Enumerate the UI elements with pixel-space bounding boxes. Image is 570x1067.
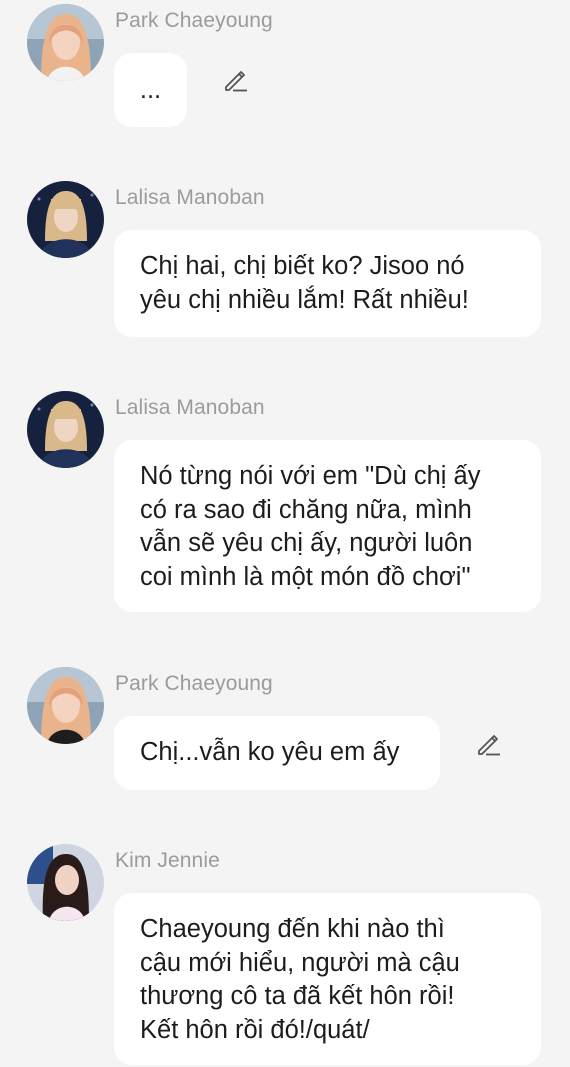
message-text: có ra sao đi chăng nữa, mình [140, 495, 472, 524]
pencil-icon[interactable] [221, 66, 249, 94]
chaeyoung-avatar[interactable] [27, 667, 104, 744]
message-text: vẫn sẽ yêu chị ấy, người luôn [140, 529, 473, 557]
message-text: ... [139, 76, 162, 104]
sender-name: Park Chaeyoung [115, 672, 273, 695]
sender-name: Kim Jennie [115, 849, 220, 872]
sender-name: Park Chaeyoung [115, 9, 273, 32]
message-text: Nó từng nói với em "Dù chị ấy [140, 462, 481, 490]
message-bubble[interactable]: Nó từng nói với em "Dù chị ấy có ra sao … [114, 440, 541, 612]
message-text: coi mình là một món đồ chơi" [140, 562, 471, 591]
message-text: Chaeyoung đến khi nào thì [140, 915, 445, 943]
jennie-avatar[interactable] [27, 844, 104, 921]
message-bubble[interactable]: Chaeyoung đến khi nào thì cậu mới hiểu, … [114, 893, 541, 1065]
message-text: Chị hai, chị biết ko? Jisoo nó [140, 252, 465, 280]
sender-name: Lalisa Manoban [115, 396, 265, 419]
pencil-icon[interactable] [474, 730, 502, 758]
message-bubble[interactable]: Chị...vẫn ko yêu em ấy [114, 716, 440, 790]
sender-name: Lalisa Manoban [115, 186, 265, 209]
message-bubble[interactable]: Chị hai, chị biết ko? Jisoo nó yêu chị n… [114, 230, 541, 337]
message-text: Kết hôn rồi đó!/quát/ [140, 1015, 370, 1044]
message-bubble[interactable]: ... [114, 53, 187, 127]
message-text: cậu mới hiểu, người mà cậu [140, 948, 460, 977]
message-text: thương cô ta đã kết hôn rồi! [140, 982, 455, 1010]
lalisa-avatar[interactable] [27, 391, 104, 468]
chaeyoung-avatar[interactable] [27, 4, 104, 81]
lalisa-avatar[interactable] [27, 181, 104, 258]
message-text: yêu chị nhiều lắm! Rất nhiều! [140, 285, 469, 314]
message-text: Chị...vẫn ko yêu em ấy [140, 738, 400, 766]
